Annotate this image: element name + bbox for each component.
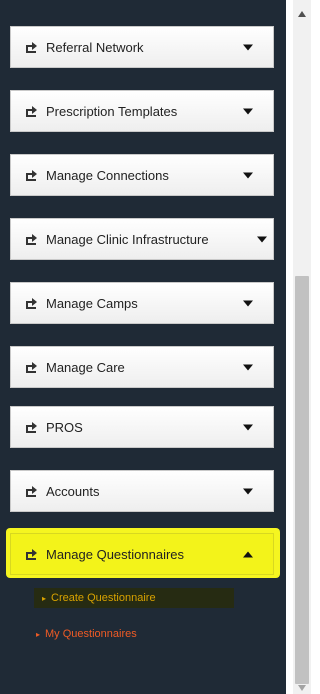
chevron-down-icon xyxy=(243,364,253,371)
chevron-up-icon xyxy=(243,551,253,558)
submenu-label: My Questionnaires xyxy=(45,628,137,640)
chevron-down-icon xyxy=(243,172,253,179)
share-icon xyxy=(25,233,38,246)
menu-item-manage-questionnaires[interactable]: Manage Questionnaires xyxy=(10,533,274,575)
submenu-label: Create Questionnaire xyxy=(51,592,156,604)
share-icon xyxy=(25,169,38,182)
menu-item-manage-camps[interactable]: Manage Camps xyxy=(10,282,274,324)
scroll-up-arrow-icon[interactable] xyxy=(293,8,311,20)
share-icon xyxy=(25,41,38,54)
chevron-down-icon xyxy=(243,44,253,51)
scrollbar-thumb[interactable] xyxy=(295,276,309,684)
menu-item-label: PROS xyxy=(46,419,83,435)
scroll-down-arrow-icon[interactable] xyxy=(293,682,311,694)
menu-item-manage-connections[interactable]: Manage Connections xyxy=(10,154,274,196)
menu-item-label: Manage Care xyxy=(46,359,125,375)
menu-item-label: Prescription Templates xyxy=(46,103,178,119)
menu-item-label: Manage Camps xyxy=(46,295,138,311)
submenu-my-questionnaires[interactable]: ▸ My Questionnaires xyxy=(36,624,137,644)
share-icon xyxy=(25,548,38,561)
menu-item-manage-clinic-infrastructure[interactable]: Manage Clinic Infrastructure xyxy=(10,218,274,260)
chevron-down-icon xyxy=(243,108,253,115)
chevron-down-icon xyxy=(243,300,253,307)
share-icon xyxy=(25,361,38,374)
menu-item-pros[interactable]: PROS xyxy=(10,406,274,448)
share-icon xyxy=(25,485,38,498)
menu-item-manage-care[interactable]: Manage Care xyxy=(10,346,274,388)
menu-item-label: Accounts xyxy=(46,483,100,499)
share-icon xyxy=(25,105,38,118)
menu-item-prescription-templates[interactable]: Prescription Templates xyxy=(10,90,274,132)
share-icon xyxy=(25,297,38,310)
menu-item-label: Manage Clinic Infrastructure xyxy=(46,231,209,247)
menu-item-accounts[interactable]: Accounts xyxy=(10,470,274,512)
submenu-create-questionnaire[interactable]: ▸ Create Questionnaire xyxy=(34,588,234,608)
chevron-down-icon xyxy=(243,488,253,495)
menu-item-referral-network[interactable]: Referral Network xyxy=(10,26,274,68)
menu-item-label: Manage Questionnaires xyxy=(46,546,185,562)
chevron-down-icon xyxy=(243,424,253,431)
menu-item-label: Referral Network xyxy=(46,39,144,55)
bullet-icon: ▸ xyxy=(42,593,47,603)
menu-item-label: Manage Connections xyxy=(46,167,169,183)
sidebar-menu: Referral Network Prescription Templates … xyxy=(0,0,286,694)
bullet-icon: ▸ xyxy=(36,629,41,639)
share-icon xyxy=(25,421,38,434)
chevron-down-icon xyxy=(257,236,267,243)
vertical-scrollbar[interactable] xyxy=(293,0,311,694)
